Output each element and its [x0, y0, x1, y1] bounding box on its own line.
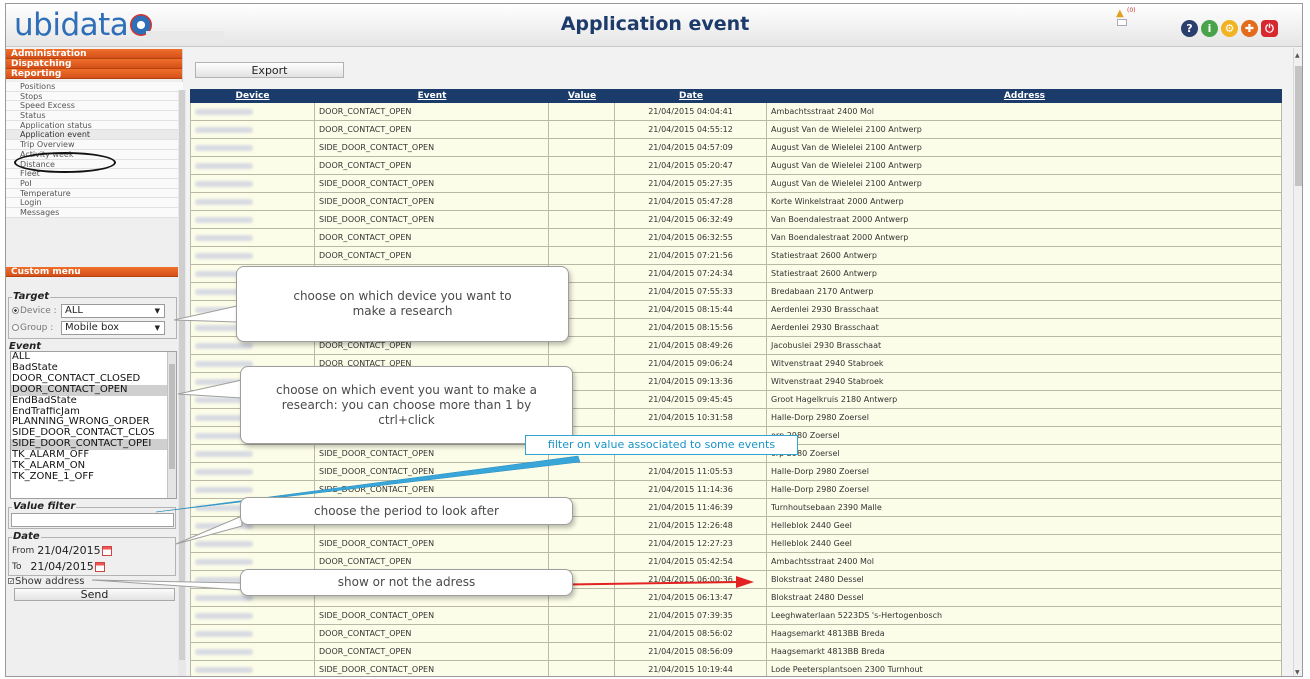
app-window: ubidata Application event ▲ (0) ? i ⚙ ✚ ⏻ Ad…: [5, 3, 1303, 677]
annotation-pointers: [91, 305, 754, 591]
value-note: filter on value associated to some event…: [525, 435, 798, 455]
device-note-pointer: [173, 305, 238, 323]
period-note: choose the period to look after: [240, 497, 573, 525]
event-note-pointer: [177, 379, 243, 399]
address-note-pointer: [91, 579, 243, 591]
event-note: choose on which event you want to make a…: [240, 366, 573, 444]
period-note-pointer: [175, 515, 243, 545]
address-arrowhead: [736, 576, 754, 588]
device-note: choose on which device you want to make …: [236, 266, 569, 342]
address-note: show or not the adress: [240, 569, 573, 596]
